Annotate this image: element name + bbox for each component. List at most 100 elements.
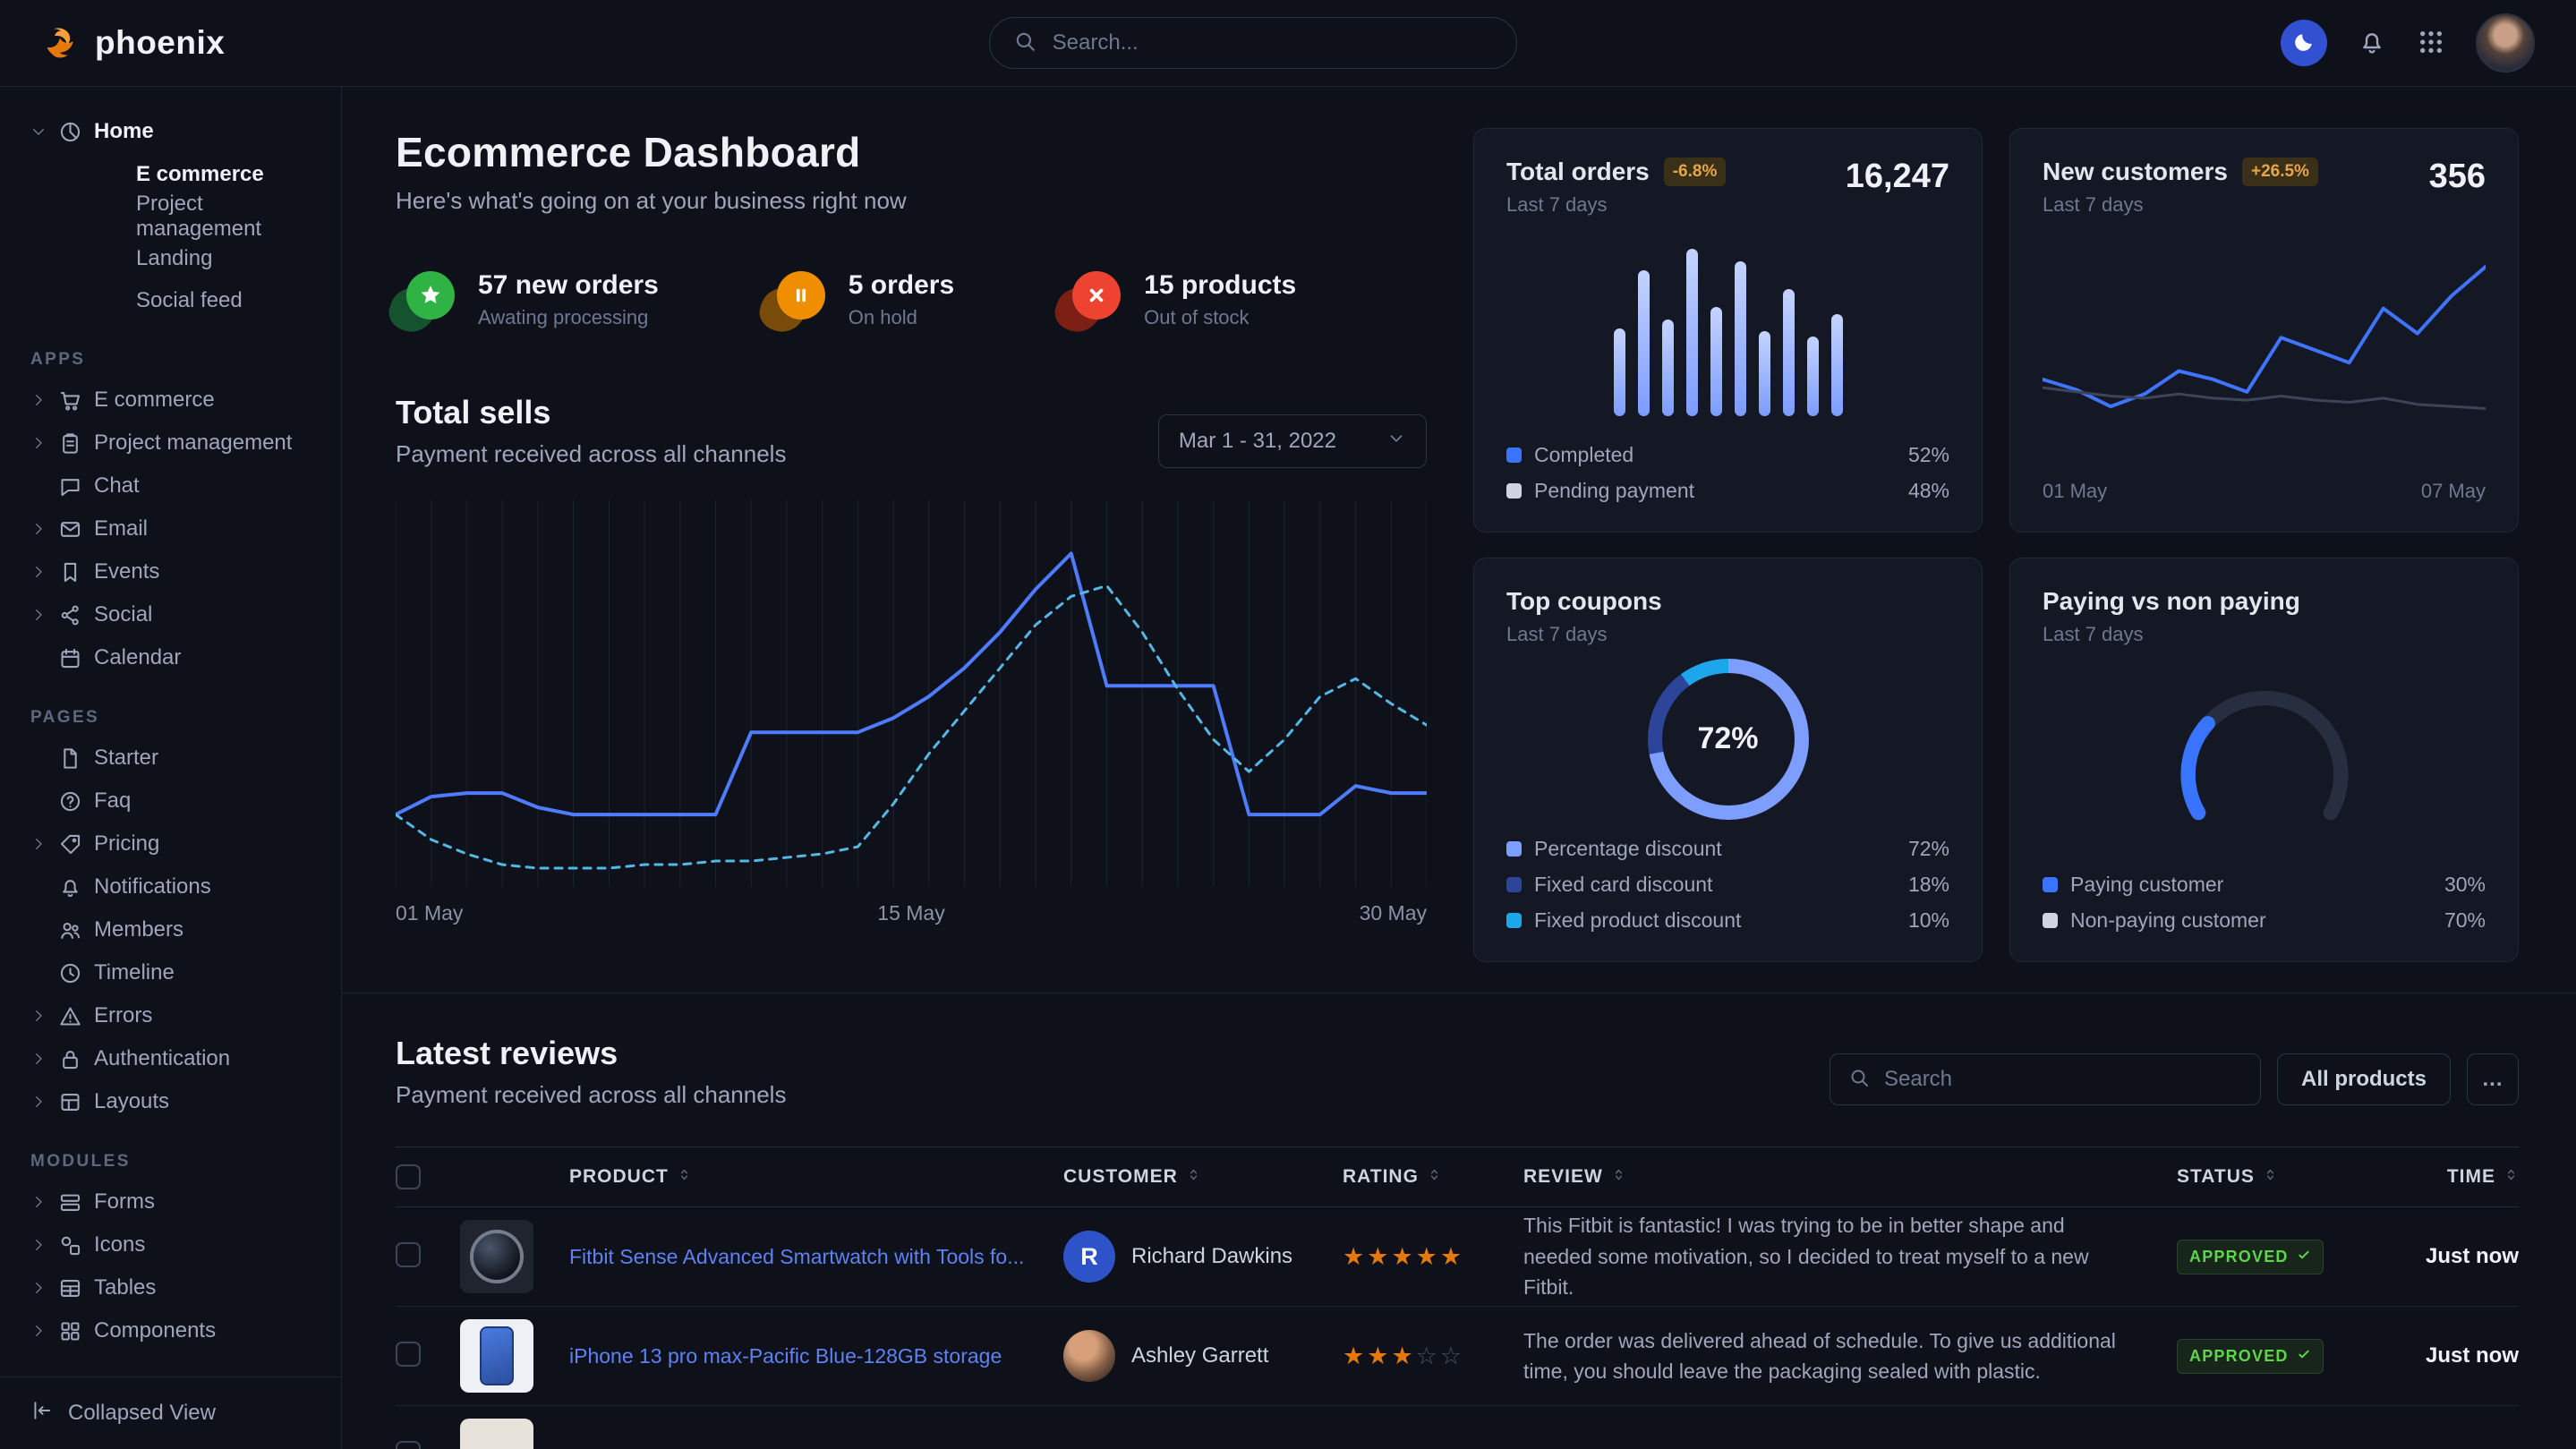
sidebar-item-timeline[interactable]: Timeline [30,951,323,994]
pie-chart-icon [58,120,82,144]
alert-icon [58,1004,82,1028]
reviews-table: PRODUCT CUSTOMER RATING REVIEW STATUS TI… [396,1146,2519,1449]
product-link[interactable]: Fitbit Sense Advanced Smartwatch with To… [569,1245,1053,1269]
order-bar [1638,270,1650,417]
x-axis-labels: 01 May 15 May 30 May [396,901,1427,925]
phoenix-logo[interactable]: phoenix [41,21,225,66]
sidebar-subitem-e-commerce[interactable]: E commerce [136,153,323,195]
sidebar-item-errors[interactable]: Errors [30,994,323,1037]
apps-grid-button[interactable] [2417,28,2445,59]
sidebar-item-label: E commerce [94,388,215,413]
row-checkbox[interactable] [396,1441,421,1449]
order-bar [1831,314,1843,416]
column-header-customer[interactable]: CUSTOMER [1063,1166,1332,1188]
sidebar-item-label: Project management [94,430,292,456]
column-header-review[interactable]: REVIEW [1523,1166,2166,1188]
stat-on-hold: 5 orders On hold [766,270,954,329]
sidebar-item-pricing[interactable]: Pricing [30,823,323,865]
sidebar-item-components[interactable]: Components [30,1309,323,1352]
column-header-status[interactable]: STATUS [2177,1166,2374,1188]
legend-item: Paying customer 30% [2043,873,2486,897]
row-checkbox[interactable] [396,1342,421,1367]
grid4-icon [58,1319,82,1343]
coupons-donut-chart: 72% [1648,659,1809,820]
stat-label: On hold [849,306,954,329]
chevron-right-icon [30,607,47,623]
all-products-filter-button[interactable]: All products [2277,1053,2451,1105]
card-top-coupons: Top coupons Last 7 days 72% Percentage d… [1473,558,1983,962]
chevron-right-icon [30,392,47,408]
chevron-right-icon [30,564,47,580]
column-header-time[interactable]: TIME [2384,1166,2519,1188]
user-avatar[interactable] [2476,13,2535,72]
x-icon [1072,271,1121,320]
layout-icon [58,1090,82,1114]
bell-icon [2358,28,2386,59]
table-header: PRODUCT CUSTOMER RATING REVIEW STATUS TI… [396,1146,2519,1207]
sidebar-item-label: Components [94,1318,216,1343]
home-submenu: E commerceProject managementLandingSocia… [30,153,323,321]
legend-swatch [1506,913,1522,928]
sidebar-item-email[interactable]: Email [30,507,323,550]
reviews-search[interactable] [1830,1053,2261,1105]
rating-stars: ★★★★★ [1343,1243,1513,1271]
sidebar-item-authentication[interactable]: Authentication [30,1037,323,1080]
card-paying-vs-non-paying: Paying vs non paying Last 7 days Paying … [2009,558,2519,962]
stat-value: 15 products [1144,270,1296,301]
card-title: Total orders [1506,158,1650,186]
row-checkbox[interactable] [396,1242,421,1267]
more-options-button[interactable]: ... [2467,1053,2519,1105]
order-bar [1807,337,1819,416]
sidebar-item-notifications[interactable]: Notifications [30,865,323,908]
stat-label: Awating processing [478,306,659,329]
sidebar-item-calendar[interactable]: Calendar [30,636,323,679]
sidebar-item-home[interactable]: Home [30,110,323,153]
sidebar-item-e-commerce[interactable]: E commerce [30,379,323,422]
sidebar-item-tables[interactable]: Tables [30,1266,323,1309]
sidebar-subitem-project-management[interactable]: Project management [136,195,323,237]
sidebar-item-label: Members [94,917,183,942]
global-search[interactable] [989,17,1517,69]
review-text: This Fitbit is fantastic! I was trying t… [1523,1210,2166,1303]
card-subtitle: Last 7 days [1506,193,1726,217]
sidebar-item-faq[interactable]: Faq [30,780,323,823]
sidebar-item-social[interactable]: Social [30,593,323,636]
sidebar-item-starter[interactable]: Starter [30,737,323,780]
customer-avatar [1063,1330,1115,1382]
reviews-title: Latest reviews [396,1035,786,1072]
sidebar-item-label: Timeline [94,960,175,985]
column-header-product[interactable]: PRODUCT [569,1166,1053,1188]
chevron-right-icon [30,1008,47,1024]
global-search-input[interactable] [1051,30,1493,56]
sort-icon [2503,1166,2519,1188]
reviews-search-input[interactable] [1882,1066,2242,1093]
collapse-icon [30,1399,54,1428]
sidebar-item-label: Starter [94,746,158,771]
sidebar-item-members[interactable]: Members [30,908,323,951]
sidebar-item-events[interactable]: Events [30,550,323,593]
date-range-select[interactable]: Mar 1 - 31, 2022 [1158,414,1427,468]
review-text: The order was delivered ahead of schedul… [1523,1325,2166,1387]
column-header-rating[interactable]: RATING [1343,1166,1513,1188]
select-all-checkbox[interactable] [396,1164,421,1189]
sidebar-subitem-social-feed[interactable]: Social feed [136,279,323,321]
main-content: Ecommerce Dashboard Here's what's going … [342,87,2576,1449]
chevron-right-icon [30,1094,47,1110]
sidebar-item-layouts[interactable]: Layouts [30,1080,323,1123]
product-image [460,1419,533,1449]
customer-avatar: R [1063,1231,1115,1283]
total-sells-subtitle: Payment received across all channels [396,440,786,468]
sidebar-collapse-toggle[interactable]: Collapsed View [0,1377,341,1449]
sidebar-item-chat[interactable]: Chat [30,465,323,507]
sidebar-item-icons[interactable]: Icons [30,1223,323,1266]
card-subtitle: Last 7 days [2043,193,2318,217]
sidebar-item-project-management[interactable]: Project management [30,422,323,465]
sidebar-item-forms[interactable]: Forms [30,1181,323,1223]
stat-value: 5 orders [849,270,954,301]
reviews-subtitle: Payment received across all channels [396,1081,786,1109]
product-link[interactable]: iPhone 13 pro max-Pacific Blue-128GB sto… [569,1344,1053,1368]
check-icon [2297,1248,2311,1266]
theme-toggle-button[interactable] [2281,20,2327,66]
notifications-button[interactable] [2358,28,2386,59]
sidebar-subitem-landing[interactable]: Landing [136,237,323,279]
